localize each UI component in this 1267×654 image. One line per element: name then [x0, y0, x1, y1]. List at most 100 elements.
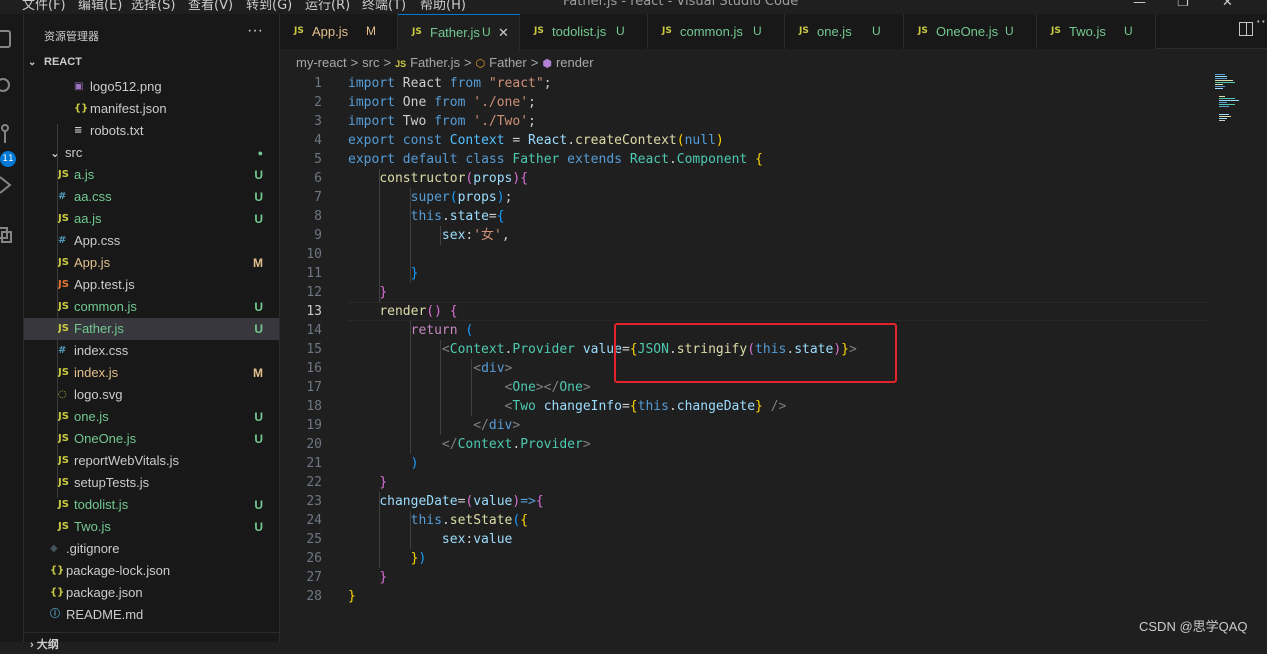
file-item[interactable]: # index.css	[24, 340, 279, 362]
code-token: .	[668, 399, 677, 414]
file-item[interactable]: JS setupTests.js	[24, 472, 279, 494]
code-token: }	[410, 266, 419, 281]
file-item[interactable]: {} package.json	[24, 582, 279, 604]
file-item[interactable]: {} manifest.json	[24, 98, 279, 120]
line-number: 19	[306, 418, 322, 433]
file-item[interactable]: # App.css	[24, 230, 279, 252]
outline-section[interactable]: › 大纲	[24, 632, 280, 654]
explorer-icon[interactable]	[0, 28, 14, 48]
method-symbol-icon: ⬢	[542, 58, 552, 70]
file-item[interactable]: ≡ robots.txt	[24, 120, 279, 142]
code-line[interactable]: export const Context = React.createConte…	[348, 131, 724, 150]
git-status-badge: M	[253, 256, 263, 270]
code-line[interactable]: super(props);	[348, 188, 513, 207]
extensions-icon[interactable]	[0, 222, 14, 243]
source-control-icon[interactable]	[0, 124, 14, 144]
menu-item[interactable]: 帮助(H)	[420, 0, 466, 13]
file-item[interactable]: JS todolist.js U	[24, 494, 279, 516]
search-icon[interactable]	[0, 75, 14, 95]
menu-item[interactable]: 运行(R)	[305, 0, 350, 13]
file-item[interactable]: JS Two.js U	[24, 516, 279, 538]
close-window-icon[interactable]: ✕	[1222, 0, 1233, 10]
json-file-icon: {}	[50, 587, 65, 598]
restore-window-icon[interactable]: ❐	[1177, 0, 1189, 10]
breadcrumb-item[interactable]: render	[556, 55, 594, 70]
js-test-file-icon: JS	[58, 279, 69, 290]
code-line[interactable]: }	[348, 264, 419, 283]
code-line[interactable]: sex:'女',	[348, 226, 510, 245]
tab-common[interactable]: JS common.js U	[648, 14, 785, 49]
code-token: div	[488, 418, 513, 433]
minimize-window-icon[interactable]: —	[1133, 0, 1146, 10]
file-item[interactable]: JS reportWebVitals.js	[24, 450, 279, 472]
file-item[interactable]: ⓘ README.md	[24, 604, 279, 626]
code-line[interactable]: }	[348, 473, 387, 492]
code-line[interactable]: }	[348, 587, 356, 606]
file-item[interactable]: JS a.js U	[24, 164, 279, 186]
code-line[interactable]: </div>	[348, 416, 520, 435]
tab-two[interactable]: JS Two.js U	[1037, 14, 1156, 49]
tab-todolist[interactable]: JS todolist.js U	[520, 14, 648, 49]
breadcrumb-item[interactable]: my-react	[296, 55, 347, 70]
code-line[interactable]: }	[348, 568, 387, 587]
minimap[interactable]	[1215, 74, 1259, 134]
file-item[interactable]: JS aa.js U	[24, 208, 279, 230]
file-item[interactable]: JS common.js U	[24, 296, 279, 318]
file-item[interactable]: JS one.js U	[24, 406, 279, 428]
file-item[interactable]: {} package-lock.json	[24, 560, 279, 582]
breadcrumb-item[interactable]: Father.js	[410, 55, 460, 70]
tab-father[interactable]: JS Father.js U ✕	[398, 14, 520, 50]
split-editor-icon[interactable]	[1239, 22, 1253, 36]
tab-oneone[interactable]: JS OneOne.js U	[904, 14, 1037, 49]
code-line[interactable]: this.state={	[348, 207, 505, 226]
code-line[interactable]: render() {	[348, 302, 457, 321]
code-line[interactable]: }	[348, 283, 387, 302]
file-item[interactable]: JS App.test.js	[24, 274, 279, 296]
close-icon[interactable]: ✕	[498, 15, 509, 50]
file-item[interactable]: ▣ logo512.png	[24, 76, 279, 98]
minimap-line	[1215, 88, 1223, 89]
code-line[interactable]: return (	[348, 321, 474, 340]
code-line[interactable]: sex:value	[348, 530, 512, 549]
code-line[interactable]: constructor(props){	[348, 169, 528, 188]
file-item[interactable]: JS OneOne.js U	[24, 428, 279, 450]
file-item[interactable]: ◆ .gitignore	[24, 538, 279, 560]
menu-item[interactable]: 选择(S)	[131, 0, 175, 13]
code-line[interactable]: })	[348, 549, 427, 568]
menu-item[interactable]: 终端(T)	[362, 0, 406, 13]
tab-app[interactable]: JS App.js M	[280, 14, 398, 49]
git-status-badge: U	[254, 410, 263, 424]
code-token: class	[465, 152, 513, 167]
more-actions-icon[interactable]: ···	[247, 22, 263, 40]
file-item[interactable]: JS index.js M	[24, 362, 279, 384]
code-line[interactable]: <div>	[348, 359, 512, 378]
file-item[interactable]: JS App.js M	[24, 252, 279, 274]
code-line[interactable]: import React from "react";	[348, 74, 552, 93]
run-debug-icon[interactable]	[0, 174, 14, 194]
code-line[interactable]: <One></One>	[348, 378, 591, 397]
code-line[interactable]: import One from './one';	[348, 93, 536, 112]
code-line[interactable]: )	[348, 454, 419, 473]
menu-item[interactable]: 编辑(E)	[78, 0, 122, 13]
tab-one[interactable]: JS one.js U	[785, 14, 904, 49]
menu-item[interactable]: 查看(V)	[188, 0, 233, 13]
file-item[interactable]: JS Father.js U	[24, 318, 279, 340]
folder-section-react[interactable]: ⌄ REACT	[24, 54, 279, 76]
folder-item[interactable]: ⌄ src ●	[24, 142, 279, 164]
code-line[interactable]: </Context.Provider>	[348, 435, 591, 454]
code-line[interactable]: export default class Father extends Reac…	[348, 150, 763, 169]
code-line[interactable]: <Two changeInfo={this.changeDate} />	[348, 397, 787, 416]
menu-item[interactable]: 文件(F)	[22, 0, 66, 13]
code-line[interactable]: this.setState({	[348, 511, 528, 530]
breadcrumb-item[interactable]: src	[362, 55, 379, 70]
code-line[interactable]: changeDate=(value)=>{	[348, 492, 543, 511]
menu-item[interactable]: 转到(G)	[246, 0, 292, 13]
file-item[interactable]: ◌ logo.svg	[24, 384, 279, 406]
breadcrumb-item[interactable]: Father	[489, 55, 527, 70]
minimap-line	[1219, 104, 1235, 105]
file-item[interactable]: # aa.css U	[24, 186, 279, 208]
code-line[interactable]: import Two from './Two';	[348, 112, 536, 131]
more-actions-icon[interactable]: ···	[1256, 12, 1267, 31]
line-number: 27	[306, 570, 322, 585]
